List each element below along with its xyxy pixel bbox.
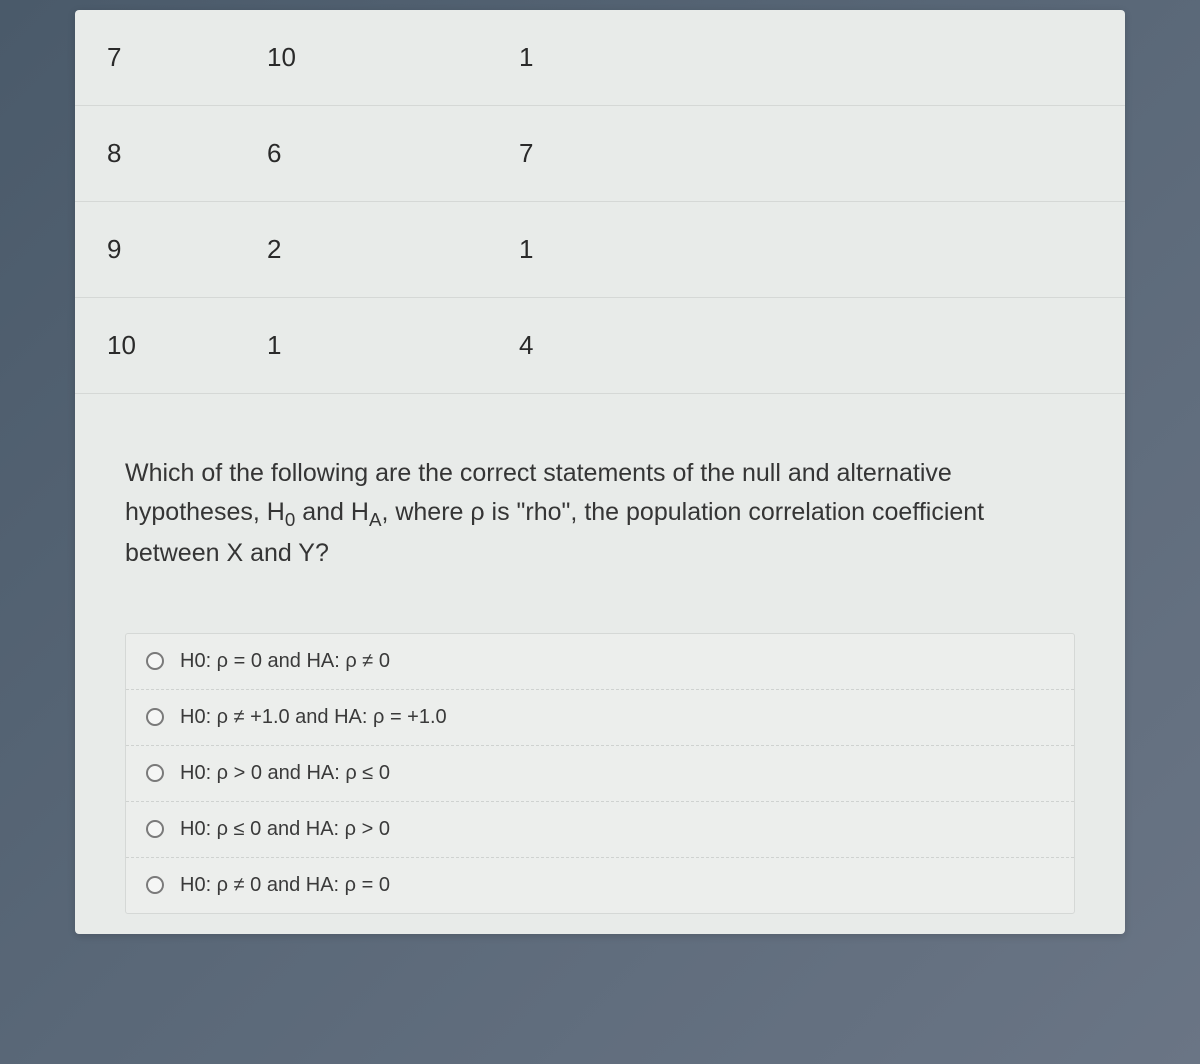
cell: 1 (495, 202, 1125, 298)
radio-icon[interactable] (146, 708, 164, 726)
option-label: H0: ρ ≤ 0 and HA: ρ > 0 (180, 818, 1054, 841)
question-text: Which of the following are the correct s… (75, 394, 1125, 613)
option-label: H0: ρ ≠ 0 and HA: ρ = 0 (180, 874, 1054, 897)
options-group: H0: ρ = 0 and HA: ρ ≠ 0 H0: ρ ≠ +1.0 and… (125, 633, 1075, 914)
radio-icon[interactable] (146, 876, 164, 894)
option-row[interactable]: H0: ρ ≠ +1.0 and HA: ρ = +1.0 (126, 690, 1074, 746)
data-table: 7 10 1 8 6 7 9 2 1 10 1 4 (75, 10, 1125, 394)
cell: 1 (243, 298, 495, 394)
option-row[interactable]: H0: ρ ≤ 0 and HA: ρ > 0 (126, 802, 1074, 858)
cell: 9 (75, 202, 243, 298)
option-row[interactable]: H0: ρ ≠ 0 and HA: ρ = 0 (126, 858, 1074, 913)
cell: 7 (495, 106, 1125, 202)
option-label: H0: ρ > 0 and HA: ρ ≤ 0 (180, 762, 1054, 785)
radio-icon[interactable] (146, 820, 164, 838)
question-card: 7 10 1 8 6 7 9 2 1 10 1 4 Which of the f… (75, 10, 1125, 934)
cell: 10 (243, 10, 495, 106)
option-row[interactable]: H0: ρ = 0 and HA: ρ ≠ 0 (126, 634, 1074, 690)
table-row: 9 2 1 (75, 202, 1125, 298)
option-label: H0: ρ = 0 and HA: ρ ≠ 0 (180, 650, 1054, 673)
cell: 4 (495, 298, 1125, 394)
radio-icon[interactable] (146, 652, 164, 670)
radio-icon[interactable] (146, 764, 164, 782)
question-part: and H (295, 498, 369, 526)
table-row: 8 6 7 (75, 106, 1125, 202)
subscript: 0 (285, 509, 295, 530)
option-row[interactable]: H0: ρ > 0 and HA: ρ ≤ 0 (126, 746, 1074, 802)
table-row: 10 1 4 (75, 298, 1125, 394)
cell: 2 (243, 202, 495, 298)
cell: 8 (75, 106, 243, 202)
cell: 10 (75, 298, 243, 394)
cell: 7 (75, 10, 243, 106)
table-row: 7 10 1 (75, 10, 1125, 106)
subscript: A (369, 509, 382, 530)
cell: 1 (495, 10, 1125, 106)
cell: 6 (243, 106, 495, 202)
option-label: H0: ρ ≠ +1.0 and HA: ρ = +1.0 (180, 706, 1054, 729)
